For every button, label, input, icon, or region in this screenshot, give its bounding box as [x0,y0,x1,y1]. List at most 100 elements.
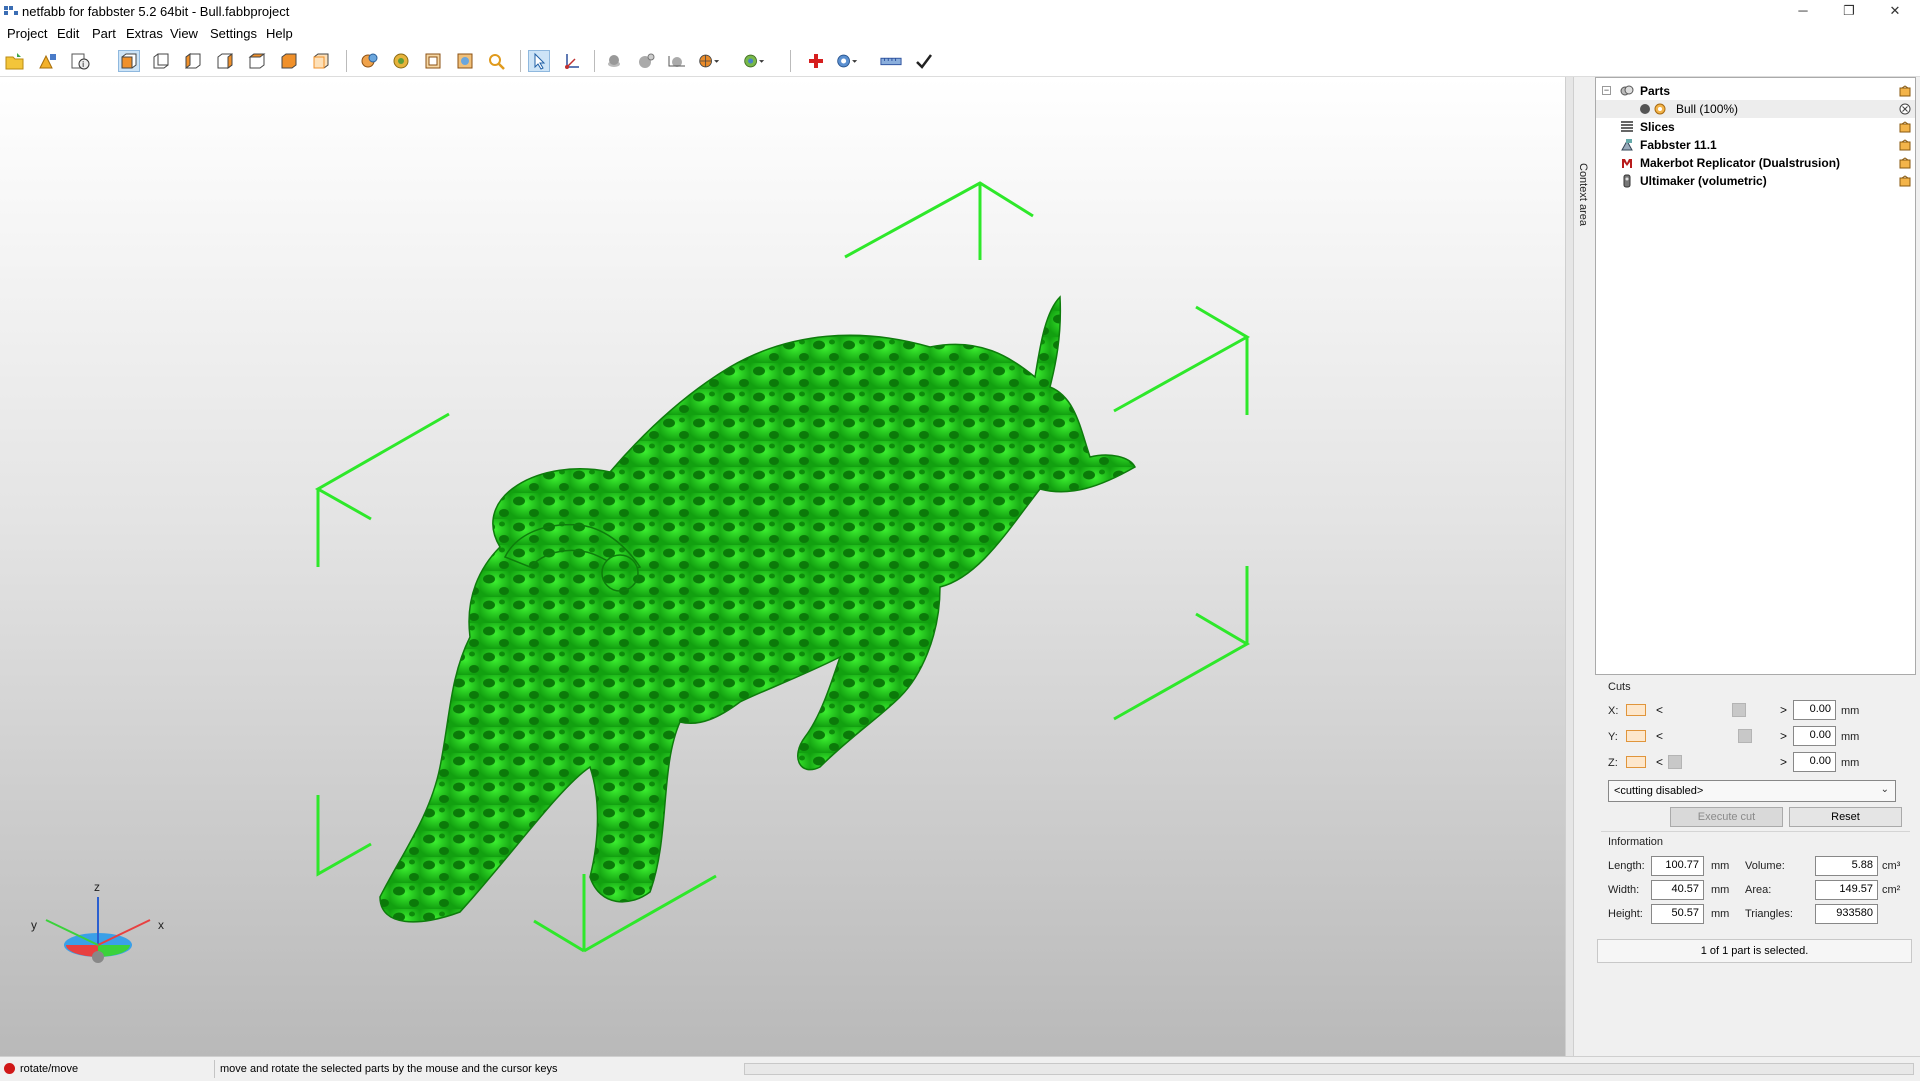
measure-icon[interactable] [880,50,902,72]
progress-bar [744,1063,1914,1075]
visibility-dot-icon[interactable] [1638,102,1652,116]
length-value: 100.77 [1651,856,1704,876]
chevron-down-icon: ⌄ [1880,784,1889,795]
axis-x-label: x [158,918,164,932]
tree-item-bull[interactable]: Bull (100%) [1596,100,1915,118]
menu-settings[interactable]: Settings [210,26,257,41]
cut-z-label: Z: [1608,757,1618,769]
sphere-icon[interactable] [635,50,657,72]
project-info-icon[interactable]: i [69,50,91,72]
open-project-icon[interactable] [4,50,26,72]
tree-item-ultimaker[interactable]: Ultimaker (volumetric) [1596,172,1915,190]
cut-y-color[interactable] [1626,730,1646,742]
height-value: 50.57 [1651,904,1704,924]
cut-plane-icon[interactable] [666,50,688,72]
settings-icon[interactable] [1899,139,1911,151]
cut-x-label: X: [1608,705,1619,717]
rotate-icon[interactable] [358,50,380,72]
cut-y-decrease-button[interactable]: < [1656,729,1663,743]
status-mode: rotate/move [20,1063,79,1075]
analysis-icon[interactable] [836,50,858,72]
tree-item-fabbster[interactable]: Fabbster 11.1 [1596,136,1915,154]
settings-icon[interactable] [1899,85,1911,97]
cut-x-input[interactable]: 0.00 [1793,700,1836,720]
menu-extras[interactable]: Extras [126,26,163,41]
add-part-icon[interactable] [37,50,59,72]
part-mesh-icon [1654,103,1666,115]
tree-item-label: Bull (100%) [1676,102,1739,116]
reset-button[interactable]: Reset [1789,807,1902,827]
cut-y-label: Y: [1608,731,1618,743]
viewport-canvas[interactable]: z x y [0,77,1565,1056]
shading-icon[interactable] [603,50,625,72]
view-bottom-icon[interactable] [278,50,300,72]
cut-y-increase-button[interactable]: > [1780,729,1787,743]
tree-item-label: Makerbot Replicator (Dualstrusion) [1640,156,1841,170]
restore-button[interactable]: ❐ [1826,0,1872,22]
axis-z-label: z [94,880,100,894]
execute-cut-button[interactable]: Execute cut [1670,807,1783,827]
view-left-icon[interactable] [182,50,204,72]
status-indicator-icon [4,1063,15,1074]
menu-edit[interactable]: Edit [57,26,79,41]
repair-icon[interactable] [805,50,827,72]
view-perspective-icon[interactable] [310,50,332,72]
cut-mode-select[interactable]: <cutting disabled> ⌄ [1608,780,1896,802]
volume-value: 5.88 [1815,856,1878,876]
tree-item-label: Slices [1640,120,1675,134]
tree-item-makerbot[interactable]: Makerbot Replicator (Dualstrusion) [1596,154,1915,172]
settings-icon[interactable] [1899,175,1911,187]
tree-item-parts[interactable]: − Parts [1596,82,1915,100]
collapse-parts-button[interactable]: − [1602,86,1611,95]
settings-icon[interactable] [1899,157,1911,169]
remove-icon[interactable] [1899,103,1911,115]
view-front-icon[interactable] [118,50,140,72]
ultimaker-icon [1623,174,1631,188]
cut-z-input[interactable]: 0.00 [1793,752,1836,772]
cut-z-decrease-button[interactable]: < [1656,755,1663,769]
minimize-button[interactable]: ─ [1780,0,1826,22]
tree-item-slices[interactable]: Slices [1596,118,1915,136]
cut-y-input[interactable]: 0.00 [1793,726,1836,746]
zoom-selection-icon[interactable] [454,50,476,72]
select-tool-icon[interactable] [528,50,550,72]
pan-icon[interactable] [390,50,412,72]
cut-x-increase-button[interactable]: > [1780,703,1787,717]
triangles-label: Triangles: [1745,908,1793,920]
color-mode-icon[interactable] [698,50,720,72]
move-tool-icon[interactable] [560,50,582,72]
cut-x-decrease-button[interactable]: < [1656,703,1663,717]
app-logo-icon [4,6,18,15]
visibility-icon[interactable] [743,50,765,72]
bull-tail-tip [601,554,639,592]
menu-help[interactable]: Help [266,26,293,41]
height-label: Height: [1608,908,1643,920]
3d-viewport[interactable]: z x y [0,77,1565,1056]
context-area-tab[interactable]: Context area [1573,77,1594,1056]
tree-item-label: Fabbster 11.1 [1640,138,1717,152]
zoom-fit-icon[interactable] [422,50,444,72]
cut-y-slider[interactable] [1738,729,1752,743]
length-unit: mm [1711,860,1730,872]
project-tree[interactable]: − Parts Bull (100%) Slices Fabbster 11.1 [1595,77,1916,675]
cut-x-color[interactable] [1626,704,1646,716]
view-back-icon[interactable] [150,50,172,72]
cut-z-color[interactable] [1626,756,1646,768]
width-value: 40.57 [1651,880,1704,900]
cut-z-unit: mm [1841,757,1860,769]
cut-z-increase-button[interactable]: > [1780,755,1787,769]
menu-project[interactable]: Project [7,26,47,41]
cut-z-slider[interactable] [1668,755,1682,769]
bbox-corner-right-bottom [1113,566,1251,721]
settings-icon[interactable] [1899,121,1911,133]
view-top-icon[interactable] [246,50,268,72]
menu-view[interactable]: View [170,26,198,41]
check-icon[interactable] [913,50,935,72]
menu-bar: Project Edit Part Extras View Settings H… [0,22,1920,44]
view-right-icon[interactable] [214,50,236,72]
axis-gizmo[interactable]: z x y [31,880,164,963]
cut-x-slider[interactable] [1732,703,1746,717]
close-button[interactable]: ✕ [1872,0,1918,22]
menu-part[interactable]: Part [92,26,116,41]
zoom-icon[interactable] [486,50,508,72]
